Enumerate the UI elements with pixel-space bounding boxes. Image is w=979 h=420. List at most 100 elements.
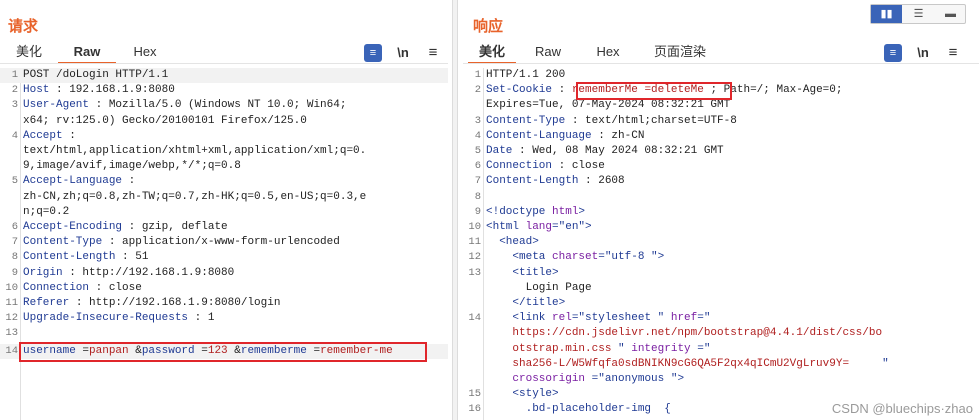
code-line: 5 Date : Wed, 08 May 2024 08:32:21 GMT xyxy=(463,144,979,159)
code-token: " xyxy=(849,357,889,370)
header-value: : close xyxy=(89,281,142,294)
header-key: User-Agent xyxy=(23,99,90,112)
line-text: crossorigin ="anonymous "> xyxy=(486,372,684,387)
line-text: <html lang="en"> xyxy=(486,220,592,235)
tab-raw[interactable]: Raw xyxy=(523,42,573,64)
code-line: 13 xyxy=(0,326,448,341)
line-text: text/html,application/xhtml+xml,applicat… xyxy=(23,144,366,159)
split-horizontal-icon[interactable]: ☰ xyxy=(903,5,934,23)
code-token: Set-Cookie xyxy=(486,84,553,97)
code-token: rel xyxy=(552,312,572,325)
code-token: <html xyxy=(486,221,526,233)
code-token: integrity xyxy=(631,342,691,355)
code-line: 1 POST /doLogin HTTP/1.1 xyxy=(0,68,448,83)
line-text: Content-Type : text/html;charset=UTF-8 xyxy=(486,114,737,129)
code-line: 8 xyxy=(463,190,979,205)
code-line: sha256-L/W5Wfqfa0sdBNIKN9cG6QA5F2qx4qICm… xyxy=(463,357,979,372)
header-value: n;q=0.2 xyxy=(23,205,70,218)
code-token: lang xyxy=(525,221,553,233)
single-view-icon[interactable]: ▬ xyxy=(935,5,966,23)
watermark: CSDN @bluechips·zhao xyxy=(831,401,973,416)
line-number: 5 xyxy=(11,175,18,188)
code-token: <!doctype xyxy=(486,205,553,218)
code-line: n;q=0.2 xyxy=(0,205,448,220)
newline-icon[interactable]: \n xyxy=(394,44,412,62)
code-line: 7 Content-Type : application/x-www-form-u… xyxy=(0,235,448,250)
tab-raw[interactable]: Raw xyxy=(58,42,116,64)
tab-hex[interactable]: Hex xyxy=(120,42,170,64)
code-line: otstrap.min.css " integrity =" xyxy=(463,342,979,357)
code-line: 15 <style> xyxy=(463,387,979,402)
split-vertical-icon[interactable]: ▮▮ xyxy=(871,5,902,23)
response-title: 响应 xyxy=(473,18,504,35)
tab-hex[interactable]: Hex xyxy=(583,42,633,64)
code-line: 8 Content-Length : 51 xyxy=(0,250,448,265)
line-number: 1 xyxy=(474,69,481,81)
line-text: Origin : http://192.168.1.9:8080 xyxy=(23,266,234,281)
line-text: x64; rv:125.0) Gecko/20100101 Firefox/12… xyxy=(23,114,307,129)
code-line: x64; rv:125.0) Gecko/20100101 Firefox/12… xyxy=(0,114,448,129)
line-number: 12 xyxy=(5,312,18,325)
line-text: Accept-Encoding : gzip, deflate xyxy=(23,220,228,235)
header-value: x64; rv:125.0) Gecko/20100101 Firefox/12… xyxy=(23,114,307,127)
line-number: 5 xyxy=(474,145,481,157)
code-token: : close xyxy=(552,160,605,173)
header-key: Connection xyxy=(23,281,90,294)
newline-icon[interactable]: \n xyxy=(914,44,932,62)
header-value: : 192.168.1.9:8080 xyxy=(49,84,175,97)
code-line: 3 User-Agent : Mozilla/5.0 (Windows NT 10… xyxy=(0,98,448,113)
code-token: href xyxy=(670,312,698,325)
line-text: n;q=0.2 xyxy=(23,205,69,220)
code-token: .bd-placeholder-img { xyxy=(486,403,671,416)
request-editor[interactable]: 1 POST /doLogin HTTP/1.1 2 Host : 192.168.1… xyxy=(0,68,448,420)
wrap-icon[interactable]: ≡ xyxy=(364,44,382,62)
line-text: Connection : close xyxy=(486,159,605,174)
code-token: : Wed, 08 May 2024 08:32:21 GMT xyxy=(512,145,724,157)
line-text: <style> xyxy=(486,387,558,402)
line-number: 12 xyxy=(468,251,481,264)
line-text: <!doctype html> xyxy=(486,205,585,220)
code-line: 14 <link rel="stylesheet " href=" xyxy=(463,311,979,326)
line-text: 9,image/avif,image/webp,*/*;q=0.8 xyxy=(23,159,241,174)
tab-pretty[interactable]: 美化 xyxy=(5,42,53,64)
header-value: : gzip, deflate xyxy=(122,221,228,233)
code-token: html xyxy=(552,205,579,218)
line-text: Referer : http://192.168.1.9:8080/login xyxy=(23,296,280,311)
line-text: Accept-Language : xyxy=(23,174,135,189)
line-number: 8 xyxy=(474,190,481,203)
header-key: Accept-Language xyxy=(23,175,123,188)
header-value: : Mozilla/5.0 (Windows NT 10.0; Win64; xyxy=(89,99,347,112)
line-number: 9 xyxy=(11,266,18,279)
code-token: HTTP/1.1 200 xyxy=(486,69,566,81)
header-value: : xyxy=(122,175,136,188)
line-text: Content-Length : 51 xyxy=(23,250,148,265)
wrap-icon[interactable]: ≡ xyxy=(884,44,902,62)
code-token: <link xyxy=(486,312,553,325)
code-token: ="utf-8 "> xyxy=(598,251,665,264)
code-token: <head> xyxy=(486,236,539,249)
code-token: https://cdn.jsdelivr.net/npm/bootstrap@4… xyxy=(486,327,883,340)
code-line: 9 Origin : http://192.168.1.9:8080 xyxy=(0,266,448,281)
code-line: 11 <head> xyxy=(463,235,979,250)
line-text: POST /doLogin HTTP/1.1 xyxy=(23,68,168,83)
line-text: Expires=Tue, 07-May-2024 08:32:21 GMT xyxy=(486,98,730,113)
code-line: 12 <meta charset="utf-8 "> xyxy=(463,250,979,265)
header-value: : 51 xyxy=(115,251,149,264)
code-line: 4 Accept : xyxy=(0,129,448,144)
tab-pretty[interactable]: 美化 xyxy=(468,42,516,64)
tab-render[interactable]: 页面渲染 xyxy=(643,42,717,64)
menu-icon[interactable]: ≡ xyxy=(424,44,442,62)
pane-divider[interactable] xyxy=(452,0,458,420)
code-token: " xyxy=(611,342,632,355)
line-text: Content-Language : zh-CN xyxy=(486,129,644,144)
line-number: 8 xyxy=(11,251,18,264)
response-editor[interactable]: 1 HTTP/1.1 200 2 Set-Cookie : rememberMe =d… xyxy=(463,68,979,420)
line-number: 10 xyxy=(5,281,18,294)
code-token: ="en"> xyxy=(552,221,592,233)
request-title: 请求 xyxy=(8,18,39,35)
code-line: 4 Content-Language : zh-CN xyxy=(463,129,979,144)
menu-icon[interactable]: ≡ xyxy=(944,44,962,62)
response-pane: 响应 美化 Raw Hex 页面渲染 ≡ \n ≡ 1 HTTP/1.1 200 2… xyxy=(463,0,979,420)
code-line: </title> xyxy=(463,296,979,311)
